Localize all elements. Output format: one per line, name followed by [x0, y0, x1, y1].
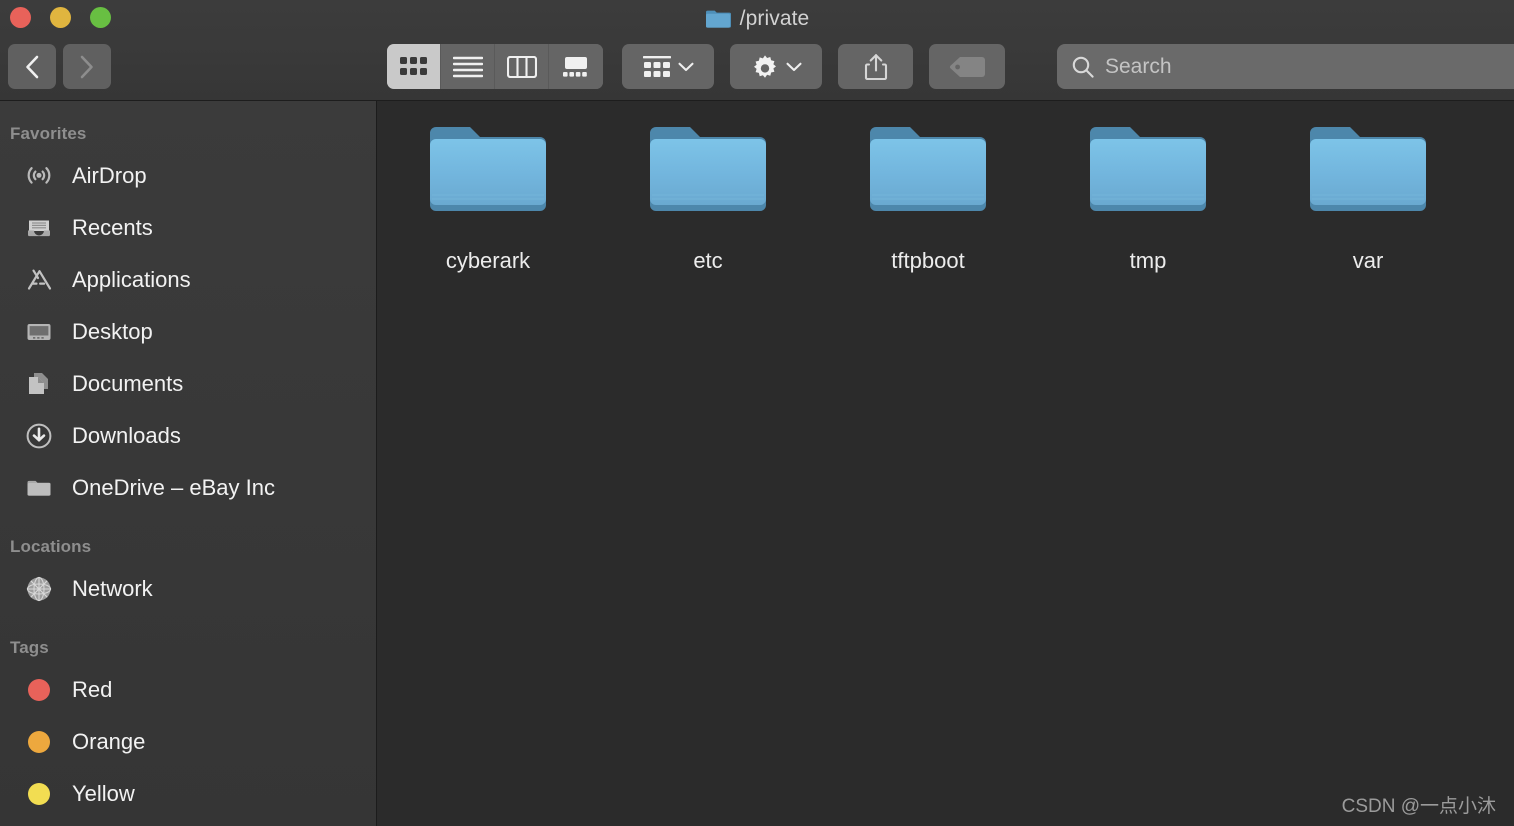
file-label: cyberark [445, 248, 531, 273]
window-title-block: /private [0, 4, 1514, 34]
airdrop-icon [25, 162, 53, 190]
sidebar-section-locations: Locations [10, 537, 92, 556]
share-button[interactable] [838, 44, 913, 89]
sidebar-item-label: Yellow [72, 781, 135, 806]
minimize-button[interactable] [50, 7, 71, 28]
group-by-button[interactable] [622, 44, 714, 89]
sidebar-item-label: Applications [72, 267, 191, 292]
sidebar-item-tag-red[interactable]: Red [0, 664, 376, 716]
search-icon [1072, 56, 1094, 78]
folder-icon [430, 127, 546, 211]
back-button[interactable] [8, 44, 56, 89]
grid-icon [400, 57, 427, 75]
maximize-button[interactable] [90, 7, 111, 28]
tag-dot-icon [25, 676, 53, 704]
chevron-down-icon [677, 62, 694, 71]
tag-dot-icon [25, 780, 53, 808]
file-label: tmp [1129, 248, 1167, 273]
file-label: tftpboot [891, 248, 965, 273]
folder-icon [870, 127, 986, 211]
sidebar-item-tag-yellow[interactable]: Yellow [0, 768, 376, 820]
sidebar-item-tag-orange[interactable]: Orange [0, 716, 376, 768]
sidebar-item-label: Documents [72, 371, 184, 396]
group-by-icon [642, 55, 671, 77]
file-item[interactable]: cyberark [378, 119, 598, 274]
view-mode-list[interactable] [441, 44, 495, 89]
applications-icon [25, 266, 53, 294]
view-switcher [387, 44, 603, 89]
sidebar-item-desktop[interactable]: Desktop [0, 306, 376, 358]
folder-icon [650, 127, 766, 211]
search-placeholder: Search [1105, 54, 1172, 78]
tags-button[interactable] [929, 44, 1005, 89]
navigation-buttons [8, 44, 111, 89]
page-title: /private [739, 7, 810, 30]
close-button[interactable] [10, 7, 31, 28]
icon-grid: cyberark etc tftpboot tmp var [378, 119, 1514, 274]
folder-icon [705, 10, 731, 28]
view-mode-icon[interactable] [387, 44, 441, 89]
action-menu-button[interactable] [730, 44, 822, 89]
titlebar: /private Search [0, 0, 1514, 101]
sidebar-item-label: Desktop [72, 319, 153, 344]
sidebar-item-label: OneDrive – eBay Inc [72, 475, 275, 500]
columns-icon [506, 55, 537, 78]
sidebar-section-tags: Tags [10, 638, 49, 657]
folder-icon [1310, 127, 1426, 211]
file-browser-content[interactable]: cyberark etc tftpboot tmp var CSDN @一点小沐 [378, 101, 1514, 826]
gear-icon [753, 54, 776, 78]
window-controls [10, 7, 111, 28]
sidebar-item-downloads[interactable]: Downloads [0, 410, 376, 462]
recents-icon [25, 214, 53, 242]
watermark: CSDN @一点小沐 [1341, 796, 1496, 817]
folder-icon [1090, 127, 1206, 211]
sidebar[interactable]: Favorites AirDrop Recents Applications D… [0, 101, 377, 826]
list-icon [452, 56, 483, 77]
sidebar-item-airdrop[interactable]: AirDrop [0, 150, 376, 202]
forward-button[interactable] [63, 44, 111, 89]
sidebar-item-label: AirDrop [72, 163, 147, 188]
sidebar-item-label: Network [72, 576, 153, 601]
sidebar-item-label: Orange [72, 729, 146, 754]
view-mode-gallery[interactable] [549, 44, 603, 89]
chevron-down-icon [785, 62, 802, 71]
sidebar-section-favorites: Favorites [10, 124, 87, 143]
sidebar-item-network[interactable]: Network [0, 563, 376, 615]
documents-icon [25, 370, 53, 398]
network-icon [25, 575, 53, 603]
file-item[interactable]: etc [598, 119, 818, 274]
chevron-right-icon [80, 55, 93, 78]
sidebar-item-label: Red [72, 677, 113, 702]
desktop-icon [25, 318, 53, 346]
downloads-icon [25, 422, 53, 450]
view-mode-column[interactable] [495, 44, 549, 89]
finder-window: /private Search Favorites AirDrop Recent… [0, 0, 1514, 826]
file-label: var [1352, 248, 1384, 273]
tag-dot-icon [25, 728, 53, 756]
sidebar-item-label: Downloads [72, 423, 181, 448]
sidebar-item-onedrive[interactable]: OneDrive – eBay Inc [0, 462, 376, 514]
folder-icon [25, 474, 53, 502]
sidebar-item-applications[interactable]: Applications [0, 254, 376, 306]
sidebar-item-label: Recents [72, 215, 153, 240]
share-icon [864, 53, 887, 80]
chevron-left-icon [26, 55, 39, 78]
tag-icon [950, 56, 985, 77]
gallery-icon [563, 56, 587, 77]
sidebar-item-recents[interactable]: Recents [0, 202, 376, 254]
sidebar-item-documents[interactable]: Documents [0, 358, 376, 410]
file-item[interactable]: var [1258, 119, 1478, 274]
file-item[interactable]: tftpboot [818, 119, 1038, 274]
file-item[interactable]: tmp [1038, 119, 1258, 274]
file-label: etc [693, 248, 723, 273]
search-input[interactable]: Search [1057, 44, 1514, 89]
